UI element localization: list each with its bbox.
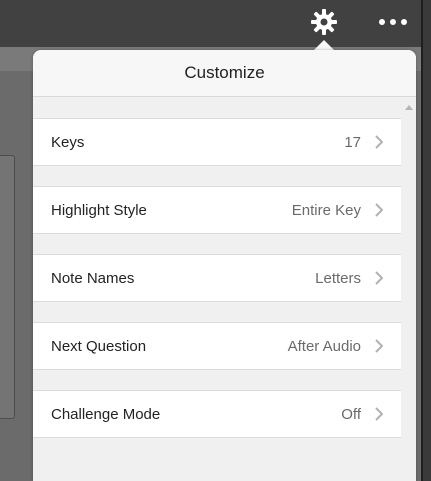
customize-popover: Customize Keys 17 Highlight Style Entire… bbox=[33, 50, 416, 481]
row-label: Next Question bbox=[51, 337, 147, 355]
gear-icon[interactable] bbox=[311, 9, 337, 35]
settings-list: Keys 17 Highlight Style Entire Key Note … bbox=[33, 97, 416, 438]
row-value: Off bbox=[341, 405, 361, 423]
chevron-right-icon bbox=[375, 407, 383, 421]
chevron-right-icon bbox=[375, 339, 383, 353]
chevron-right-icon bbox=[375, 271, 383, 285]
app-window: Customize Keys 17 Highlight Style Entire… bbox=[0, 0, 431, 481]
popover-header: Customize bbox=[33, 50, 416, 97]
row-label: Highlight Style bbox=[51, 201, 147, 219]
window-right-edge bbox=[421, 0, 431, 481]
dot bbox=[379, 19, 385, 25]
chevron-right-icon bbox=[375, 135, 383, 149]
row-next-question[interactable]: Next Question After Audio bbox=[33, 322, 401, 370]
row-highlight-style[interactable]: Highlight Style Entire Key bbox=[33, 186, 401, 234]
more-dots-icon[interactable] bbox=[379, 16, 409, 28]
dot bbox=[401, 19, 407, 25]
dot bbox=[390, 19, 396, 25]
row-value: 17 bbox=[344, 133, 361, 151]
row-value: Entire Key bbox=[291, 201, 361, 219]
row-value: Letters bbox=[315, 269, 361, 287]
row-label: Challenge Mode bbox=[51, 405, 161, 423]
row-keys[interactable]: Keys 17 bbox=[33, 118, 401, 166]
background-panel bbox=[0, 155, 15, 419]
row-challenge-mode[interactable]: Challenge Mode Off bbox=[33, 390, 401, 438]
popover-title: Customize bbox=[184, 63, 265, 82]
top-bar bbox=[0, 0, 421, 47]
row-label: Note Names bbox=[51, 269, 135, 287]
chevron-right-icon bbox=[375, 203, 383, 217]
row-note-names[interactable]: Note Names Letters bbox=[33, 254, 401, 302]
row-label: Keys bbox=[51, 133, 85, 151]
row-value: After Audio bbox=[287, 337, 361, 355]
